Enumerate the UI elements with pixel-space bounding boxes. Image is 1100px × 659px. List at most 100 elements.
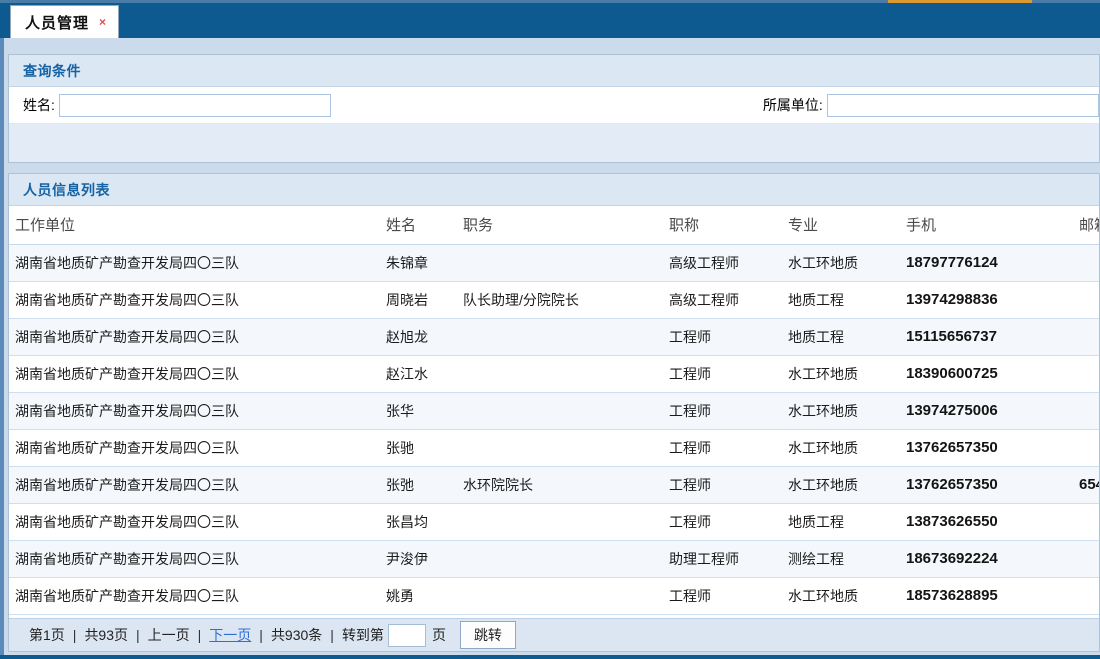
table-cell — [457, 318, 663, 355]
left-frame-strip — [0, 38, 4, 659]
column-header: 邮箱 — [1073, 206, 1099, 244]
table-cell: 工程师 — [663, 355, 782, 392]
goto-suffix-label: 页 — [432, 625, 446, 645]
table-cell: 朱锦章 — [380, 244, 457, 281]
table-cell: 湖南省地质矿产勘查开发局四〇三队 — [9, 318, 380, 355]
list-panel-header: 人员信息列表 — [9, 174, 1099, 206]
table-cell: 队长助理/分院院长 — [457, 281, 663, 318]
table-cell: 工程师 — [663, 503, 782, 540]
table-cell: 水工环地质 — [782, 577, 900, 614]
column-header: 姓名 — [380, 206, 457, 244]
table-cell — [457, 503, 663, 540]
table-cell: 姚勇 — [380, 577, 457, 614]
table-cell — [1073, 503, 1099, 540]
table-cell: 15115656737 — [900, 318, 1073, 355]
query-panel-footer — [9, 123, 1099, 162]
table-cell: 工程师 — [663, 429, 782, 466]
table-cell: 水工环地质 — [782, 392, 900, 429]
column-header: 职称 — [663, 206, 782, 244]
tab-personnel-management[interactable]: 人员管理 × — [10, 5, 119, 38]
table-cell: 13873626550 — [900, 503, 1073, 540]
table-cell: 湖南省地质矿产勘查开发局四〇三队 — [9, 392, 380, 429]
table-cell — [1073, 355, 1099, 392]
table-cell — [1073, 392, 1099, 429]
table-head: 工作单位姓名职务职称专业手机邮箱 — [9, 206, 1099, 244]
separator: | — [73, 627, 77, 643]
table-row[interactable]: 湖南省地质矿产勘查开发局四〇三队张驰工程师水工环地质13762657350 — [9, 429, 1099, 466]
table-row[interactable]: 湖南省地质矿产勘查开发局四〇三队张昌均工程师地质工程13873626550 — [9, 503, 1099, 540]
goto-page-input[interactable] — [388, 624, 426, 647]
table-cell — [457, 244, 663, 281]
query-panel-header: 查询条件 — [9, 55, 1099, 87]
table-row[interactable]: 湖南省地质矿产勘查开发局四〇三队姚勇 工程师水工环地质18573628895 — [9, 577, 1099, 614]
table-cell: 水工环地质 — [782, 429, 900, 466]
table-cell: 高级工程师 — [663, 281, 782, 318]
jump-button[interactable]: 跳转 — [460, 621, 516, 649]
table-row[interactable]: 湖南省地质矿产勘查开发局四〇三队赵江水工程师水工环地质18390600725 — [9, 355, 1099, 392]
name-input[interactable] — [59, 94, 331, 117]
table-cell — [1073, 540, 1099, 577]
table-row[interactable]: 湖南省地质矿产勘查开发局四〇三队尹浚伊助理工程师测绘工程18673692224 — [9, 540, 1099, 577]
close-icon[interactable]: × — [97, 14, 108, 30]
name-field-label: 姓名: — [23, 95, 55, 115]
table-cell: 13974298836 — [900, 281, 1073, 318]
table-cell: 地质工程 — [782, 281, 900, 318]
table-cell: 湖南省地质矿产勘查开发局四〇三队 — [9, 244, 380, 281]
pagination-bar: 第1页 | 共93页 | 上一页 | 下一页 | 共930条 | 转到第 页 跳… — [9, 618, 1099, 651]
prev-page-button[interactable]: 上一页 — [148, 625, 190, 645]
separator: | — [330, 627, 334, 643]
table-cell: 工程师 — [663, 392, 782, 429]
table-cell — [1073, 429, 1099, 466]
table-cell: 湖南省地质矿产勘查开发局四〇三队 — [9, 355, 380, 392]
total-pages: 共93页 — [84, 625, 128, 645]
table-cell: 高级工程师 — [663, 244, 782, 281]
bottom-frame-strip — [0, 655, 1100, 659]
column-header: 手机 — [900, 206, 1073, 244]
table-row[interactable]: 湖南省地质矿产勘查开发局四〇三队张华工程师水工环地质13974275006 — [9, 392, 1099, 429]
table-row[interactable]: 湖南省地质矿产勘查开发局四〇三队张弛水环院院长工程师水工环地质137626573… — [9, 466, 1099, 503]
table-cell: 13762657350 — [900, 429, 1073, 466]
total-records: 共930条 — [271, 625, 322, 645]
table-row[interactable]: 湖南省地质矿产勘查开发局四〇三队朱锦章高级工程师水工环地质18797776124 — [9, 244, 1099, 281]
list-panel-title: 人员信息列表 — [23, 180, 110, 200]
table-cell: 13762657350 — [900, 466, 1073, 503]
table-header-row: 工作单位姓名职务职称专业手机邮箱 — [9, 206, 1099, 244]
table-cell: 工程师 — [663, 318, 782, 355]
table-cell: 尹浚伊 — [380, 540, 457, 577]
table-body: 湖南省地质矿产勘查开发局四〇三队朱锦章高级工程师水工环地质18797776124… — [9, 244, 1099, 614]
table-cell: 张华 — [380, 392, 457, 429]
table-cell: 湖南省地质矿产勘查开发局四〇三队 — [9, 577, 380, 614]
goto-prefix-label: 转到第 — [342, 625, 384, 645]
table-cell: 18390600725 — [900, 355, 1073, 392]
table-cell: 水环院院长 — [457, 466, 663, 503]
unit-field-label: 所属单位: — [763, 95, 823, 115]
table-row[interactable]: 湖南省地质矿产勘查开发局四〇三队周晓岩队长助理/分院院长高级工程师地质工程139… — [9, 281, 1099, 318]
table-cell: 测绘工程 — [782, 540, 900, 577]
page-indicator: 第1页 — [29, 625, 65, 645]
top-window-bar: 人员管理 × — [0, 0, 1100, 38]
unit-input[interactable] — [827, 94, 1099, 117]
personnel-list-panel: 人员信息列表 工作单位姓名职务职称专业手机邮箱 湖南省地质矿产勘查开发局四〇三队… — [8, 173, 1100, 652]
table-cell: 654 — [1073, 466, 1099, 503]
table-cell: 水工环地质 — [782, 466, 900, 503]
table-cell: 张驰 — [380, 429, 457, 466]
table-row[interactable]: 湖南省地质矿产勘查开发局四〇三队赵旭龙工程师地质工程15115656737 — [9, 318, 1099, 355]
table-cell — [1073, 318, 1099, 355]
column-header: 职务 — [457, 206, 663, 244]
table-cell: 湖南省地质矿产勘查开发局四〇三队 — [9, 540, 380, 577]
table-cell — [1073, 281, 1099, 318]
table-cell: 赵旭龙 — [380, 318, 457, 355]
table-cell: 助理工程师 — [663, 540, 782, 577]
table-cell: 湖南省地质矿产勘查开发局四〇三队 — [9, 466, 380, 503]
table-cell: 水工环地质 — [782, 244, 900, 281]
table-cell — [457, 392, 663, 429]
table-cell: 18573628895 — [900, 577, 1073, 614]
separator: | — [136, 627, 140, 643]
table-cell: 地质工程 — [782, 503, 900, 540]
table-cell: 工程师 — [663, 577, 782, 614]
name-field-group: 姓名: — [23, 94, 331, 117]
table-cell — [457, 577, 663, 614]
next-page-link[interactable]: 下一页 — [209, 625, 251, 645]
query-form-row: 姓名: 所属单位: — [9, 87, 1099, 123]
table-cell — [1073, 577, 1099, 614]
